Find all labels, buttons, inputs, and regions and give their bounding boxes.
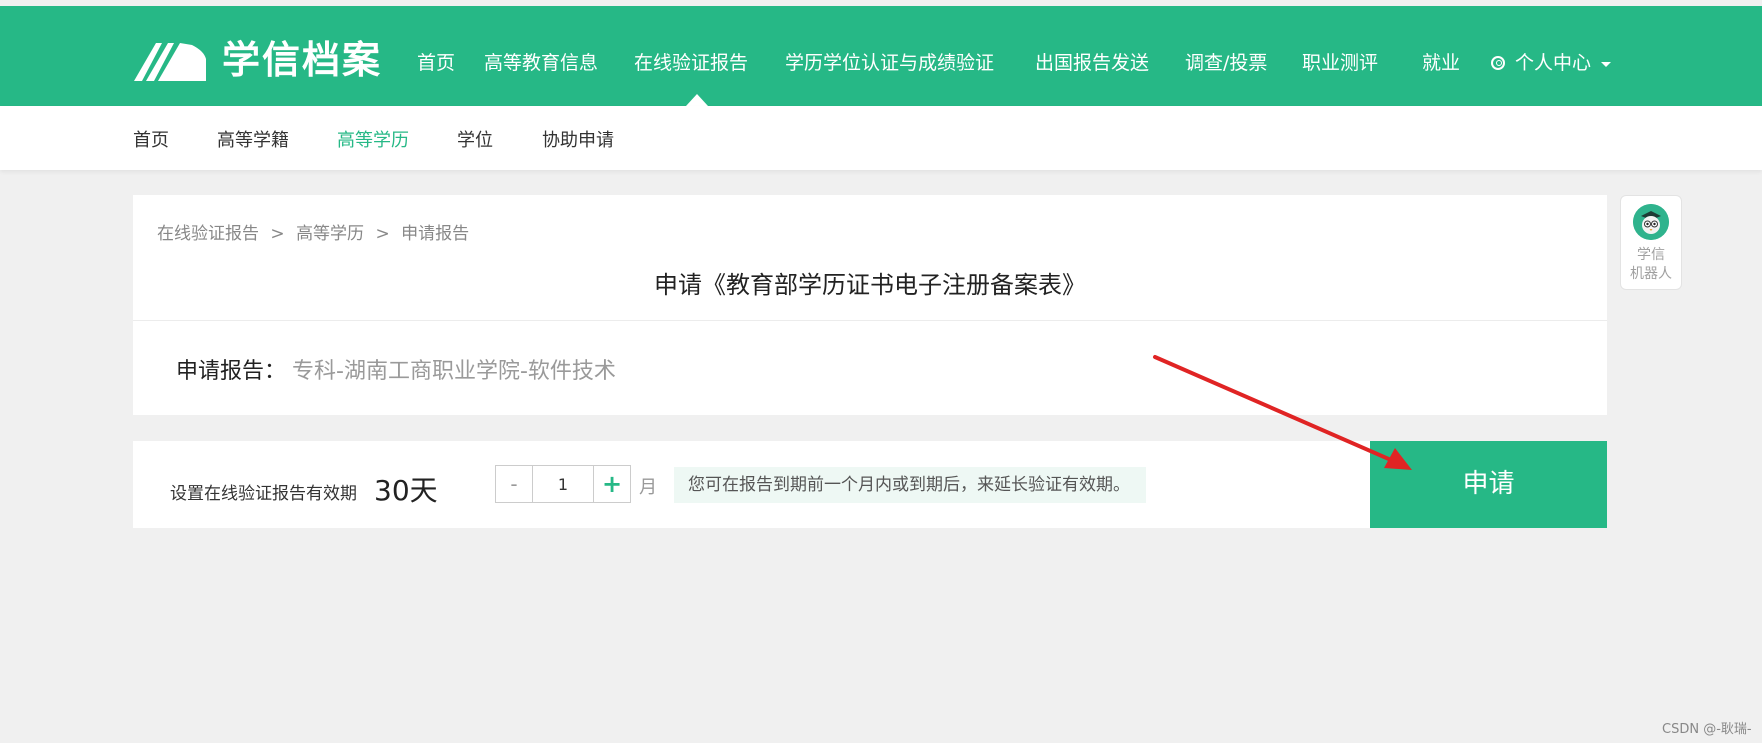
month-stepper: - + [495, 465, 631, 503]
chevron-down-icon [1601, 61, 1612, 67]
nav-item-home[interactable]: 首页 [417, 46, 455, 80]
breadcrumb-item-apply-report: 申请报告 [401, 224, 470, 244]
subnav-item-academic-record[interactable]: 高等学历 [337, 126, 409, 152]
nav-item-overseas-report[interactable]: 出国报告发送 [1035, 46, 1149, 80]
subnav-item-assisted-application[interactable]: 协助申请 [542, 126, 614, 152]
subnav-item-student-status[interactable]: 高等学籍 [217, 126, 289, 152]
month-unit-label: 月 [639, 477, 657, 498]
nav-item-career-assessment[interactable]: 职业测评 [1302, 46, 1378, 80]
extension-hint: 您可在报告到期前一个月内或到期后，来延长验证有效期。 [674, 467, 1146, 503]
report-info-card: 在线验证报告 > 高等学历 > 申请报告 申请《教育部学历证书电子注册备案表》 … [133, 195, 1607, 415]
subnav-item-degree[interactable]: 学位 [457, 126, 493, 152]
nav-item-employment[interactable]: 就业 [1422, 46, 1460, 80]
robot-avatar-icon [1633, 204, 1669, 240]
user-center-menu[interactable]: 个人中心 [1491, 46, 1612, 80]
sub-nav: 首页 高等学籍 高等学历 学位 协助申请 [0, 106, 1762, 170]
validity-days: 30天 [374, 474, 438, 507]
nav-item-degree-certification[interactable]: 学历学位认证与成绩验证 [785, 46, 994, 80]
breadcrumb-item-online-report[interactable]: 在线验证报告 [157, 224, 259, 244]
robot-label: 学信 机器人 [1621, 246, 1681, 284]
divider [133, 320, 1607, 321]
breadcrumb-item-academic-record[interactable]: 高等学历 [296, 224, 364, 244]
robot-label-line1: 学信 [1637, 247, 1665, 263]
breadcrumb: 在线验证报告 > 高等学历 > 申请报告 [157, 219, 469, 244]
user-circle-icon [1491, 56, 1505, 70]
validity-label: 设置在线验证报告有效期 [170, 484, 357, 504]
report-label: 申请报告： [176, 359, 287, 384]
validity-card: 设置在线验证报告有效期 30天 - + 月 您可在报告到期前一个月内或到期后，来… [133, 441, 1607, 528]
watermark: CSDN @-耿瑞- [1662, 722, 1752, 737]
xuexin-robot-widget[interactable]: 学信 机器人 [1620, 195, 1682, 290]
top-header: 学信档案 首页 高等教育信息 在线验证报告 学历学位认证与成绩验证 出国报告发送… [0, 6, 1762, 106]
breadcrumb-separator: > [375, 224, 390, 244]
robot-label-line2: 机器人 [1630, 266, 1672, 282]
breadcrumb-separator: > [270, 224, 285, 244]
nav-item-online-verification-report[interactable]: 在线验证报告 [634, 46, 748, 80]
user-center-label: 个人中心 [1515, 52, 1592, 74]
page-title: 申请《教育部学历证书电子注册备案表》 [654, 271, 1086, 299]
apply-button[interactable]: 申请 [1370, 441, 1607, 528]
main-nav: 首页 高等教育信息 在线验证报告 学历学位认证与成绩验证 出国报告发送 调查/投… [0, 46, 1762, 80]
increment-button[interactable]: + [594, 466, 630, 502]
decrement-button[interactable]: - [496, 466, 532, 502]
subnav-item-home[interactable]: 首页 [133, 126, 169, 152]
report-row: 申请报告： 专科-湖南工商职业学院-软件技术 [176, 353, 616, 385]
month-input[interactable] [532, 466, 594, 502]
active-nav-indicator [686, 94, 708, 106]
nav-item-higher-education-info[interactable]: 高等教育信息 [484, 46, 598, 80]
nav-item-survey-vote[interactable]: 调查/投票 [1185, 46, 1267, 80]
report-value: 专科-湖南工商职业学院-软件技术 [292, 359, 616, 384]
